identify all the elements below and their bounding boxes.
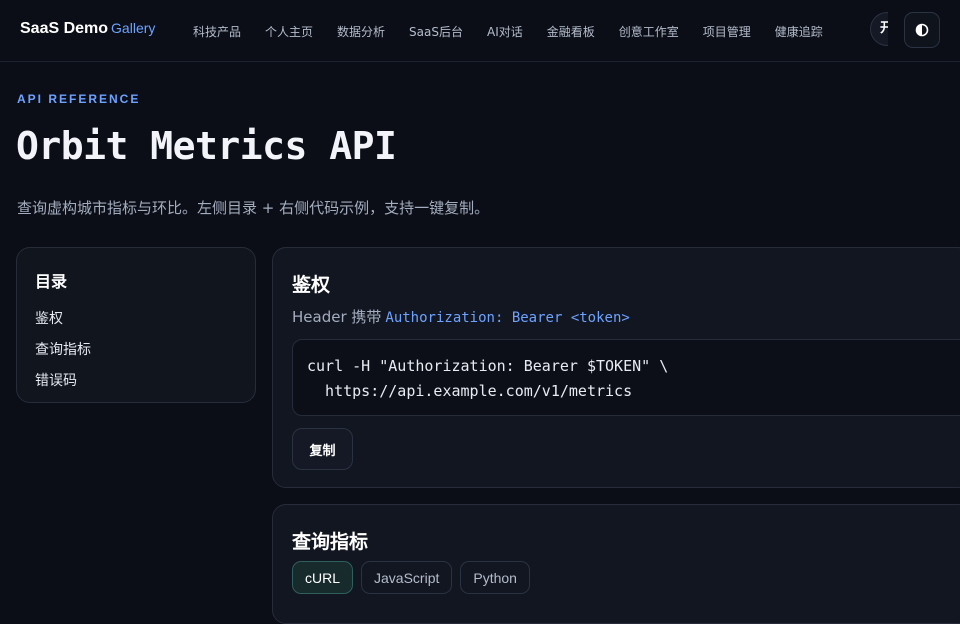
nav-link-ai-chat[interactable]: AI对话 xyxy=(475,23,535,40)
tab-javascript[interactable]: JavaScript xyxy=(361,561,453,594)
code-block[interactable]: curl -H "Authorization: Bearer $TOKEN" \… xyxy=(292,339,960,416)
page-description: 查询虚构城市指标与环比。左侧目录 + 右侧代码示例，支持一键复制。 xyxy=(17,199,490,217)
section-title: 鉴权 xyxy=(292,274,331,296)
brand-name: SaaS Demo xyxy=(20,20,109,37)
page-title: Orbit Metrics API xyxy=(16,124,397,168)
toc-item-query[interactable]: 查询指标 xyxy=(35,339,237,359)
auth-description-text: Header 携带 xyxy=(292,308,382,326)
nav-link-finance[interactable]: 金融看板 xyxy=(535,23,607,40)
toc-item-errors[interactable]: 错误码 xyxy=(35,370,237,390)
tab-curl[interactable]: cURL xyxy=(292,561,354,594)
code-language-tabs: cURL JavaScript Python xyxy=(292,561,530,594)
top-nav: SaaS Demo Gallery 科技产品 个人主页 数据分析 SaaS后台 A… xyxy=(0,0,960,62)
nav-link-saas-admin[interactable]: SaaS后台 xyxy=(397,23,475,40)
auth-description: Header 携带 Authorization: Bearer <token> xyxy=(292,306,630,327)
nav-link-health[interactable]: 健康追踪 xyxy=(763,23,835,40)
tab-python[interactable]: Python xyxy=(460,561,530,594)
nav-overflow-label: 开 xyxy=(880,21,888,36)
nav-link-tech[interactable]: 科技产品 xyxy=(181,23,253,40)
nav-link-profile[interactable]: 个人主页 xyxy=(253,23,325,40)
table-of-contents: 目录 鉴权 查询指标 错误码 xyxy=(16,247,256,403)
nav-link-analytics[interactable]: 数据分析 xyxy=(325,23,397,40)
auth-header-code: Authorization: Bearer <token> xyxy=(385,310,630,326)
eyebrow: API REFERENCE xyxy=(17,92,141,106)
theme-toggle-button[interactable] xyxy=(904,12,940,48)
query-section: 查询指标 cURL JavaScript Python xyxy=(272,504,960,624)
brand[interactable]: SaaS Demo Gallery xyxy=(20,20,155,38)
toc-title: 目录 xyxy=(35,272,68,291)
copy-button[interactable]: 复制 xyxy=(292,428,353,470)
auth-section: 鉴权 Header 携带 Authorization: Bearer <token… xyxy=(272,247,960,488)
nav-link-projects[interactable]: 项目管理 xyxy=(691,23,763,40)
contrast-icon xyxy=(915,23,929,37)
nav-link-studio[interactable]: 创意工作室 xyxy=(607,23,691,40)
section-title: 查询指标 xyxy=(292,531,369,553)
toc-item-auth[interactable]: 鉴权 xyxy=(35,308,237,328)
nav-links: 科技产品 个人主页 数据分析 SaaS后台 AI对话 金融看板 创意工作室 项目… xyxy=(181,0,888,62)
brand-sub: Gallery xyxy=(111,20,156,36)
